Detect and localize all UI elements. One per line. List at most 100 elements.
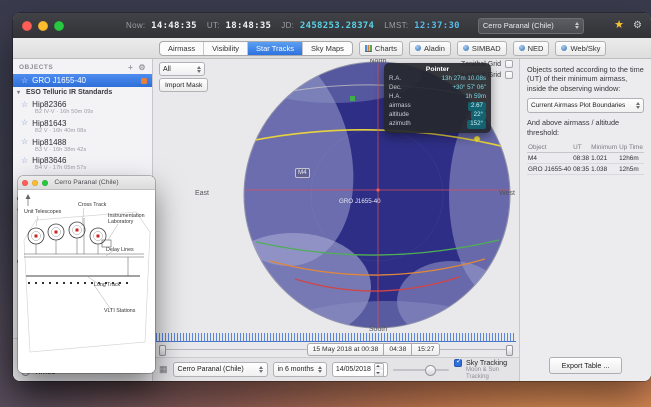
tooltip-row-ha: H.A.1h 59m — [389, 93, 486, 102]
simbad-button-label: SIMBAD — [472, 44, 501, 53]
tooltip-title: Pointer — [389, 66, 486, 73]
globe-icon — [463, 45, 469, 51]
list-item[interactable]: ☆Hip83646 B4 V · 17h 05m 57s — [13, 154, 152, 173]
slider-right-handle[interactable] — [506, 345, 513, 356]
disclosure-open-icon[interactable]: ▾ — [17, 89, 23, 96]
titlebar: Now: 14:48:35 UT: 18:48:35 JD: 2458253.2… — [13, 13, 651, 38]
globe-icon — [415, 45, 421, 51]
col-minimum[interactable]: Minimum — [590, 143, 618, 153]
charts-button[interactable]: Charts — [359, 41, 403, 56]
tooltip-row-azimuth: azimuth152° — [389, 120, 486, 129]
label-unit-telescopes: Unit Telescopes — [24, 210, 61, 216]
objects-header-label: OBJECTS — [19, 64, 53, 71]
star-icon: ☆ — [21, 101, 28, 109]
table-row[interactable]: GRO J1655-40 08:35 1.038 12h5m — [527, 164, 644, 175]
site-select[interactable]: Cerro Paranal (Chile) — [478, 18, 584, 34]
date-stepper[interactable] — [374, 363, 384, 377]
readout-lmst: LMST: 12:37:30 — [384, 21, 460, 31]
calendar-icon[interactable]: ▦ — [159, 365, 168, 374]
import-mask-button[interactable]: Import Mask — [159, 78, 208, 92]
titlebar-icons: ★ ⚙ — [614, 20, 642, 31]
list-item[interactable]: ☆Hip81488 B3 V · 16h 38m 42s — [13, 136, 152, 155]
equatorial-grid-checkbox[interactable] — [505, 71, 513, 79]
label-long-track: Long Track — [94, 283, 120, 289]
export-table-button[interactable]: Export Table ... — [549, 357, 623, 374]
tab-sky-maps[interactable]: Sky Maps — [303, 42, 352, 55]
object-row-gro[interactable]: ☆ GRO J1655-40 — [13, 74, 152, 87]
object-row-subtitle: B3 V · 16h 38m 42s — [13, 148, 152, 155]
group-label: ESO Telluric IR Standards — [26, 89, 112, 96]
time-chip-start[interactable]: 15 May 2018 at 00:38 — [307, 343, 385, 356]
sky-tracking-checkbox[interactable] — [454, 359, 462, 367]
chevron-updown-icon — [636, 102, 640, 109]
time-range-slider[interactable]: 15 May 2018 at 00:38 04:38 15:27 — [153, 342, 519, 357]
filter-icon[interactable]: ⚙ — [138, 63, 146, 72]
close-button[interactable] — [22, 21, 32, 31]
bottom-bar: ▦ Cerro Paranal (Chile) in 6 months 14/0… — [153, 357, 519, 381]
zenithal-grid-checkbox[interactable] — [505, 60, 513, 68]
sky-tracking-label: Sky Tracking — [466, 359, 507, 367]
zoom-button[interactable] — [54, 21, 64, 31]
col-uptime[interactable]: Up Time — [618, 143, 644, 153]
readout-jd-label: JD: — [281, 21, 294, 30]
view-tabs: Airmass Visibility Star Tracks Sky Maps — [159, 41, 353, 56]
track-filter-select[interactable]: All — [159, 62, 205, 76]
minimize-button[interactable] — [32, 180, 38, 186]
boundaries-select[interactable]: Current Airmass Plot Boundaries — [527, 98, 644, 113]
col-object[interactable]: Object — [527, 143, 572, 153]
readout-jd-value: 2458253.28374 — [300, 21, 374, 31]
gear-icon[interactable]: ⚙ — [633, 21, 642, 31]
tab-airmass[interactable]: Airmass — [160, 42, 204, 55]
websky-button-label: Web/Sky — [570, 44, 600, 53]
chevron-updown-icon — [318, 366, 322, 373]
compass-west-label: West — [499, 190, 515, 197]
chevron-updown-icon — [575, 22, 579, 29]
list-item[interactable]: ☆Hip82366 B2 IV-V · 16h 50m 09s — [13, 98, 152, 117]
aladin-button[interactable]: Aladin — [409, 41, 451, 56]
minimize-button[interactable] — [38, 21, 48, 31]
time-of-day-slider[interactable] — [393, 369, 449, 371]
threshold-text: And above airmass / altitude threshold: — [527, 118, 644, 137]
tooltip-row-ra: R.A.13h 27m 10.08s — [389, 75, 486, 84]
map-label-m4[interactable]: M4 — [295, 168, 310, 178]
ned-button[interactable]: NED — [513, 41, 550, 56]
readout-ut-label: UT: — [207, 21, 220, 30]
add-object-icon[interactable]: + — [128, 63, 133, 72]
list-item[interactable]: ☆Hip81643 B2 V · 16h 40m 08s — [13, 117, 152, 136]
star-icon: ☆ — [21, 157, 28, 165]
time-chips: 15 May 2018 at 00:38 04:38 15:27 — [308, 343, 441, 356]
tooltip-row-dec: Dec.+30° 57' 06" — [389, 84, 486, 93]
ned-button-label: NED — [528, 44, 544, 53]
readout-now: Now: 14:48:35 — [126, 21, 197, 31]
table-row[interactable]: M4 08:38 1.021 12h6m — [527, 153, 644, 164]
location-select-value: Cerro Paranal (Chile) — [178, 366, 244, 373]
time-chip-mid[interactable]: 04:38 — [383, 343, 412, 356]
sky-map-zone[interactable]: All Import Mask Zenithal Grid Equatorial… — [153, 59, 519, 333]
time-chip-end[interactable]: 15:27 — [411, 343, 440, 356]
slider-thumb[interactable] — [425, 365, 436, 376]
range-select[interactable]: in 6 months — [273, 362, 327, 377]
slider-left-handle[interactable] — [159, 345, 166, 356]
close-button[interactable] — [22, 180, 28, 186]
group-telluric[interactable]: ▾ ESO Telluric IR Standards — [13, 87, 152, 98]
zoom-button[interactable] — [42, 180, 48, 186]
favorite-star-icon[interactable]: ★ — [614, 20, 624, 31]
tooltip-row-altitude: altitude22° — [389, 111, 486, 120]
tab-visibility[interactable]: Visibility — [204, 42, 248, 55]
col-ut[interactable]: UT — [572, 143, 590, 153]
object-row-label: GRO J1655-40 — [32, 76, 86, 85]
tab-star-tracks[interactable]: Star Tracks — [248, 42, 303, 55]
map-label-gro-j1655-40[interactable]: GRO J1655-40 — [339, 198, 381, 205]
readout-jd: JD: 2458253.28374 — [281, 21, 374, 31]
date-field[interactable]: 14/05/2018 — [332, 362, 388, 377]
object-row-label: Hip82366 — [32, 100, 66, 109]
star-icon: ☆ — [21, 77, 28, 85]
simbad-button[interactable]: SIMBAD — [457, 41, 507, 56]
readout-lmst-label: LMST: — [384, 21, 408, 30]
window-controls — [22, 21, 64, 31]
moon-sun-tracking-label: Moon & Sun Tracking — [454, 367, 513, 380]
websky-button[interactable]: Web/Sky — [555, 41, 606, 56]
palette-titlebar: Cerro Paranal (Chile) — [18, 176, 155, 190]
location-select[interactable]: Cerro Paranal (Chile) — [173, 362, 268, 377]
boundaries-select-value: Current Airmass Plot Boundaries — [531, 102, 625, 109]
